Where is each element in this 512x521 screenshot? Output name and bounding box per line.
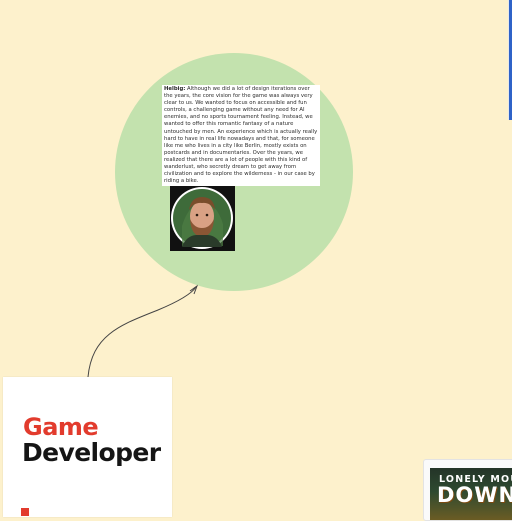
brand-mark-icon (21, 508, 29, 516)
game-key-art: LONELY MOUNT DOWNH (430, 468, 512, 520)
quote-text-box[interactable]: Helbig: Although we did a lot of design … (162, 85, 320, 187)
panel-edge (508, 0, 512, 120)
logo-developer-text: Developer (22, 438, 161, 467)
logo-game-text: Game (23, 413, 99, 441)
portrait-image[interactable] (170, 186, 235, 251)
portrait-icon (170, 186, 235, 251)
game-developer-card[interactable]: Game Developer (3, 377, 172, 517)
quote-body: Although we did a lot of design iteratio… (164, 86, 318, 185)
game-title-line2: DOWNH (437, 483, 512, 507)
quote-speaker: Helbig: (164, 86, 186, 92)
